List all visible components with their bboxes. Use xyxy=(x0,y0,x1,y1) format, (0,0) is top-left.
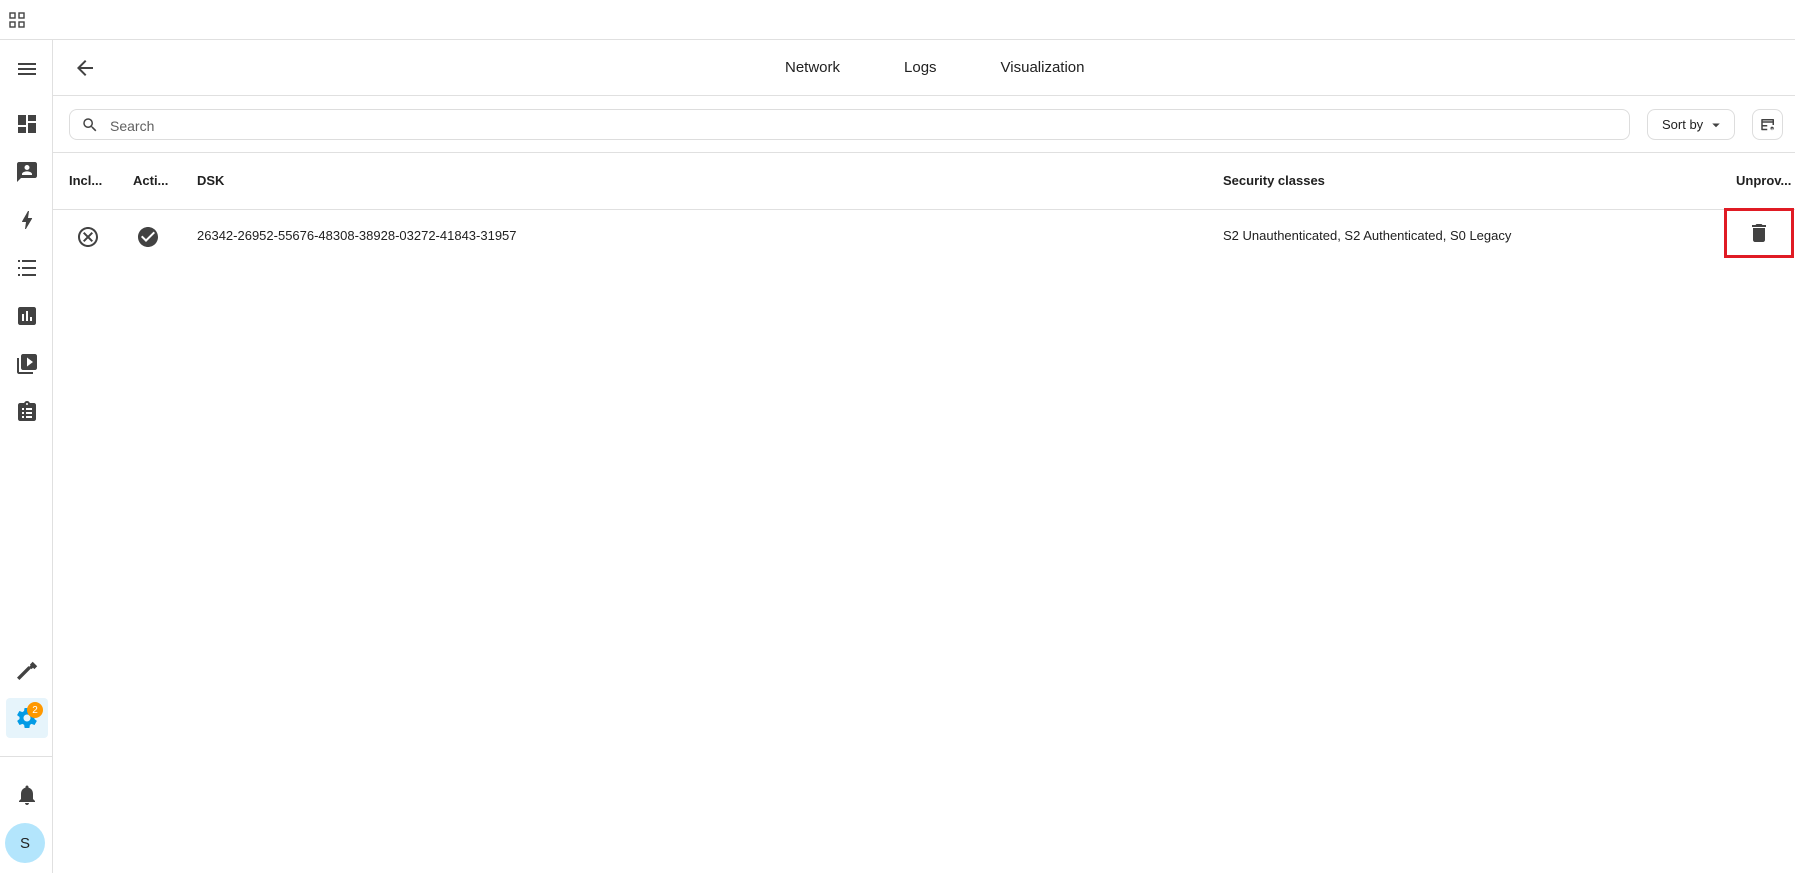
page-header: Network Logs Visualization xyxy=(53,40,1795,96)
search-box[interactable] xyxy=(69,109,1630,140)
dashboard-icon xyxy=(18,115,36,133)
column-header-unprovision[interactable]: Unprov... xyxy=(1736,173,1791,188)
sidebar-item-overview[interactable] xyxy=(6,104,48,144)
sidebar-item-history[interactable] xyxy=(6,296,48,336)
sort-by-label: Sort by xyxy=(1662,117,1704,132)
sidebar-item-media[interactable] xyxy=(6,344,48,384)
sidebar-item-todo[interactable] xyxy=(6,392,48,432)
cancel-circle-icon xyxy=(78,227,98,247)
caret-down-icon xyxy=(1712,123,1720,127)
sidebar-divider xyxy=(0,756,52,757)
search-input[interactable] xyxy=(108,114,1612,138)
sort-by-button[interactable]: Sort by xyxy=(1647,109,1735,140)
notification-badge: 2 xyxy=(27,702,43,718)
tab-network[interactable]: Network xyxy=(753,40,872,96)
sidebar-item-developer-tools[interactable] xyxy=(6,650,48,690)
clipboard-icon xyxy=(18,401,36,421)
unprovision-delete-button[interactable] xyxy=(1724,208,1794,258)
column-header-dsk[interactable]: DSK xyxy=(197,173,224,188)
table-settings-button[interactable] xyxy=(1752,109,1783,140)
column-header-included[interactable]: Incl... xyxy=(69,173,102,188)
person-board-icon xyxy=(17,162,37,182)
security-classes-value: S2 Unauthenticated, S2 Authenticated, S0… xyxy=(1223,228,1512,243)
table-header: Incl... Acti... DSK Security classes Unp… xyxy=(53,153,1795,210)
sidebar: 2 S xyxy=(0,40,53,873)
user-avatar[interactable]: S xyxy=(5,823,45,863)
arrow-left-icon xyxy=(77,60,93,76)
lightning-icon xyxy=(22,211,33,229)
check-circle-icon xyxy=(138,227,158,247)
sidebar-menu-button[interactable] xyxy=(6,49,48,89)
sidebar-item-energy[interactable] xyxy=(6,200,48,240)
tab-logs[interactable]: Logs xyxy=(872,40,969,96)
menu-icon xyxy=(18,63,36,75)
apps-grid-icon[interactable] xyxy=(9,12,25,28)
included-status xyxy=(76,225,100,249)
sidebar-item-logbook[interactable] xyxy=(6,248,48,288)
list-icon xyxy=(18,260,36,276)
tab-bar: Network Logs Visualization xyxy=(753,40,1117,96)
dsk-value: 26342-26952-55676-48308-38928-03272-4184… xyxy=(197,228,517,243)
back-button[interactable] xyxy=(73,56,97,80)
bell-icon xyxy=(19,785,35,805)
sidebar-item-notifications[interactable] xyxy=(6,775,48,815)
search-icon xyxy=(83,118,97,132)
sidebar-item-people[interactable] xyxy=(6,152,48,192)
table-row[interactable]: 26342-26952-55676-48308-38928-03272-4184… xyxy=(53,208,1795,262)
media-icon xyxy=(17,354,37,374)
bar-chart-icon xyxy=(18,307,36,325)
active-status xyxy=(136,225,160,249)
column-header-active[interactable]: Acti... xyxy=(133,173,168,188)
column-header-security-classes[interactable]: Security classes xyxy=(1223,173,1325,188)
sidebar-item-settings[interactable]: 2 xyxy=(6,698,48,738)
tab-visualization[interactable]: Visualization xyxy=(969,40,1117,96)
top-bar xyxy=(0,0,1795,40)
search-toolbar: Sort by xyxy=(53,96,1795,153)
hammer-icon xyxy=(17,661,38,680)
table-cog-icon xyxy=(1760,118,1774,130)
trash-icon xyxy=(1752,224,1766,242)
